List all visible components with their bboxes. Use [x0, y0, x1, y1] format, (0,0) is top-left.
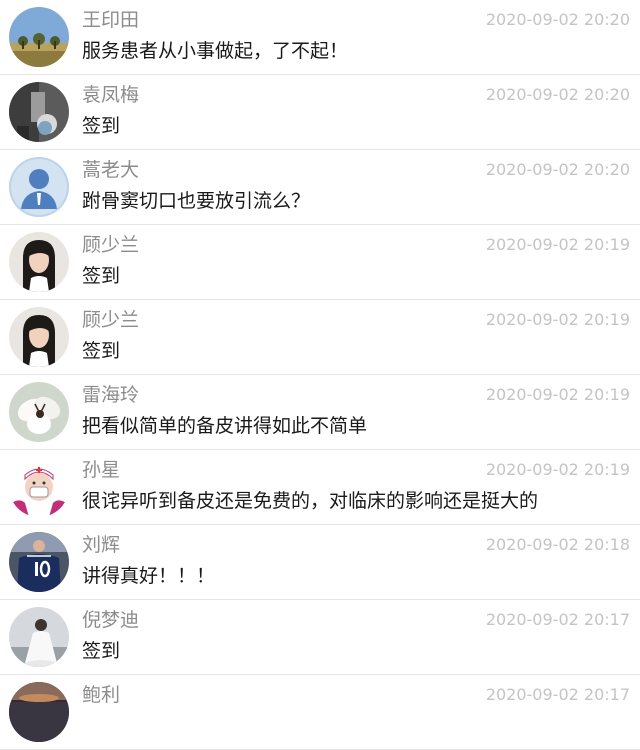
- avatar[interactable]: [9, 232, 69, 292]
- comment-item[interactable]: 王印田 2020-09-02 20:20 服务患者从小事做起，了不起！: [0, 0, 640, 75]
- commenter-name: 蒿老大: [82, 159, 140, 181]
- commenter-name: 雷海玲: [82, 384, 140, 406]
- comment-text: 签到: [82, 265, 121, 287]
- comment-item[interactable]: 倪梦迪 2020-09-02 20:17 签到: [0, 600, 640, 675]
- avatar[interactable]: [9, 7, 69, 67]
- comment-text: 讲得真好！！！: [82, 565, 216, 587]
- sunset-photo-avatar-icon: [9, 682, 69, 742]
- comment-item[interactable]: 顾少兰 2020-09-02 20:19 签到: [0, 225, 640, 300]
- comment-timestamp: 2020-09-02 20:19: [485, 460, 630, 479]
- comment-timestamp: 2020-09-02 20:17: [485, 685, 630, 704]
- flower-avatar-icon: [9, 382, 69, 442]
- commenter-name: 孙星: [82, 459, 121, 481]
- comment-item[interactable]: 顾少兰 2020-09-02 20:19 签到: [0, 300, 640, 375]
- avatar[interactable]: [9, 82, 69, 142]
- comment-text: 把看似简单的备皮讲得如此不简单: [82, 415, 368, 437]
- comment-text: 签到: [82, 340, 121, 362]
- avatar[interactable]: [9, 457, 69, 517]
- commenter-name: 顾少兰: [82, 234, 140, 256]
- comment-timestamp: 2020-09-02 20:19: [485, 310, 630, 329]
- comment-item[interactable]: 蒿老大 2020-09-02 20:20 跗骨窦切口也要放引流么？: [0, 150, 640, 225]
- comment-timestamp: 2020-09-02 20:19: [485, 235, 630, 254]
- landscape-avatar-icon: [9, 7, 69, 67]
- dress-photo-avatar-icon: [9, 607, 69, 667]
- commenter-name: 鲍利: [82, 684, 121, 706]
- commenter-name: 袁凤梅: [82, 84, 140, 106]
- commenter-name: 刘辉: [82, 534, 121, 556]
- portrait-avatar-icon: [9, 232, 69, 292]
- monochrome-photo-avatar-icon: [9, 82, 69, 142]
- comment-text: 很诧异听到备皮还是免费的，对临床的影响还是挺大的: [82, 490, 539, 512]
- avatar[interactable]: [9, 382, 69, 442]
- commenter-name: 王印田: [82, 9, 140, 31]
- comment-timestamp: 2020-09-02 20:18: [485, 535, 630, 554]
- avatar[interactable]: [9, 307, 69, 367]
- comment-timestamp: 2020-09-02 20:20: [485, 10, 630, 29]
- comment-item[interactable]: 孙星 2020-09-02 20:19 很诧异听到备皮还是免费的，对临床的影响还…: [0, 450, 640, 525]
- avatar[interactable]: [9, 157, 69, 217]
- comment-item[interactable]: 雷海玲 2020-09-02 20:19 把看似简单的备皮讲得如此不简单: [0, 375, 640, 450]
- default-person-avatar-icon: [9, 157, 69, 217]
- comment-timestamp: 2020-09-02 20:20: [485, 85, 630, 104]
- comment-item[interactable]: 刘辉 2020-09-02 20:18 讲得真好！！！: [0, 525, 640, 600]
- comment-timestamp: 2020-09-02 20:20: [485, 160, 630, 179]
- comment-text: 签到: [82, 640, 121, 662]
- comment-text: 跗骨窦切口也要放引流么？: [82, 190, 311, 212]
- comment-list: 王印田 2020-09-02 20:20 服务患者从小事做起，了不起！ 袁凤梅 …: [0, 0, 640, 750]
- comment-item[interactable]: 袁凤梅 2020-09-02 20:20 签到: [0, 75, 640, 150]
- nurse-cartoon-avatar-icon: [9, 457, 69, 517]
- avatar[interactable]: [9, 682, 69, 742]
- comment-text: 服务患者从小事做起，了不起！: [82, 40, 349, 62]
- commenter-name: 顾少兰: [82, 309, 140, 331]
- jersey-avatar-icon: [9, 532, 69, 592]
- comment-item[interactable]: 鲍利 2020-09-02 20:17: [0, 675, 640, 750]
- comment-text: 签到: [82, 115, 121, 137]
- avatar[interactable]: [9, 607, 69, 667]
- commenter-name: 倪梦迪: [82, 609, 140, 631]
- comment-timestamp: 2020-09-02 20:17: [485, 610, 630, 629]
- comment-timestamp: 2020-09-02 20:19: [485, 385, 630, 404]
- avatar[interactable]: [9, 532, 69, 592]
- portrait-avatar-icon: [9, 307, 69, 367]
